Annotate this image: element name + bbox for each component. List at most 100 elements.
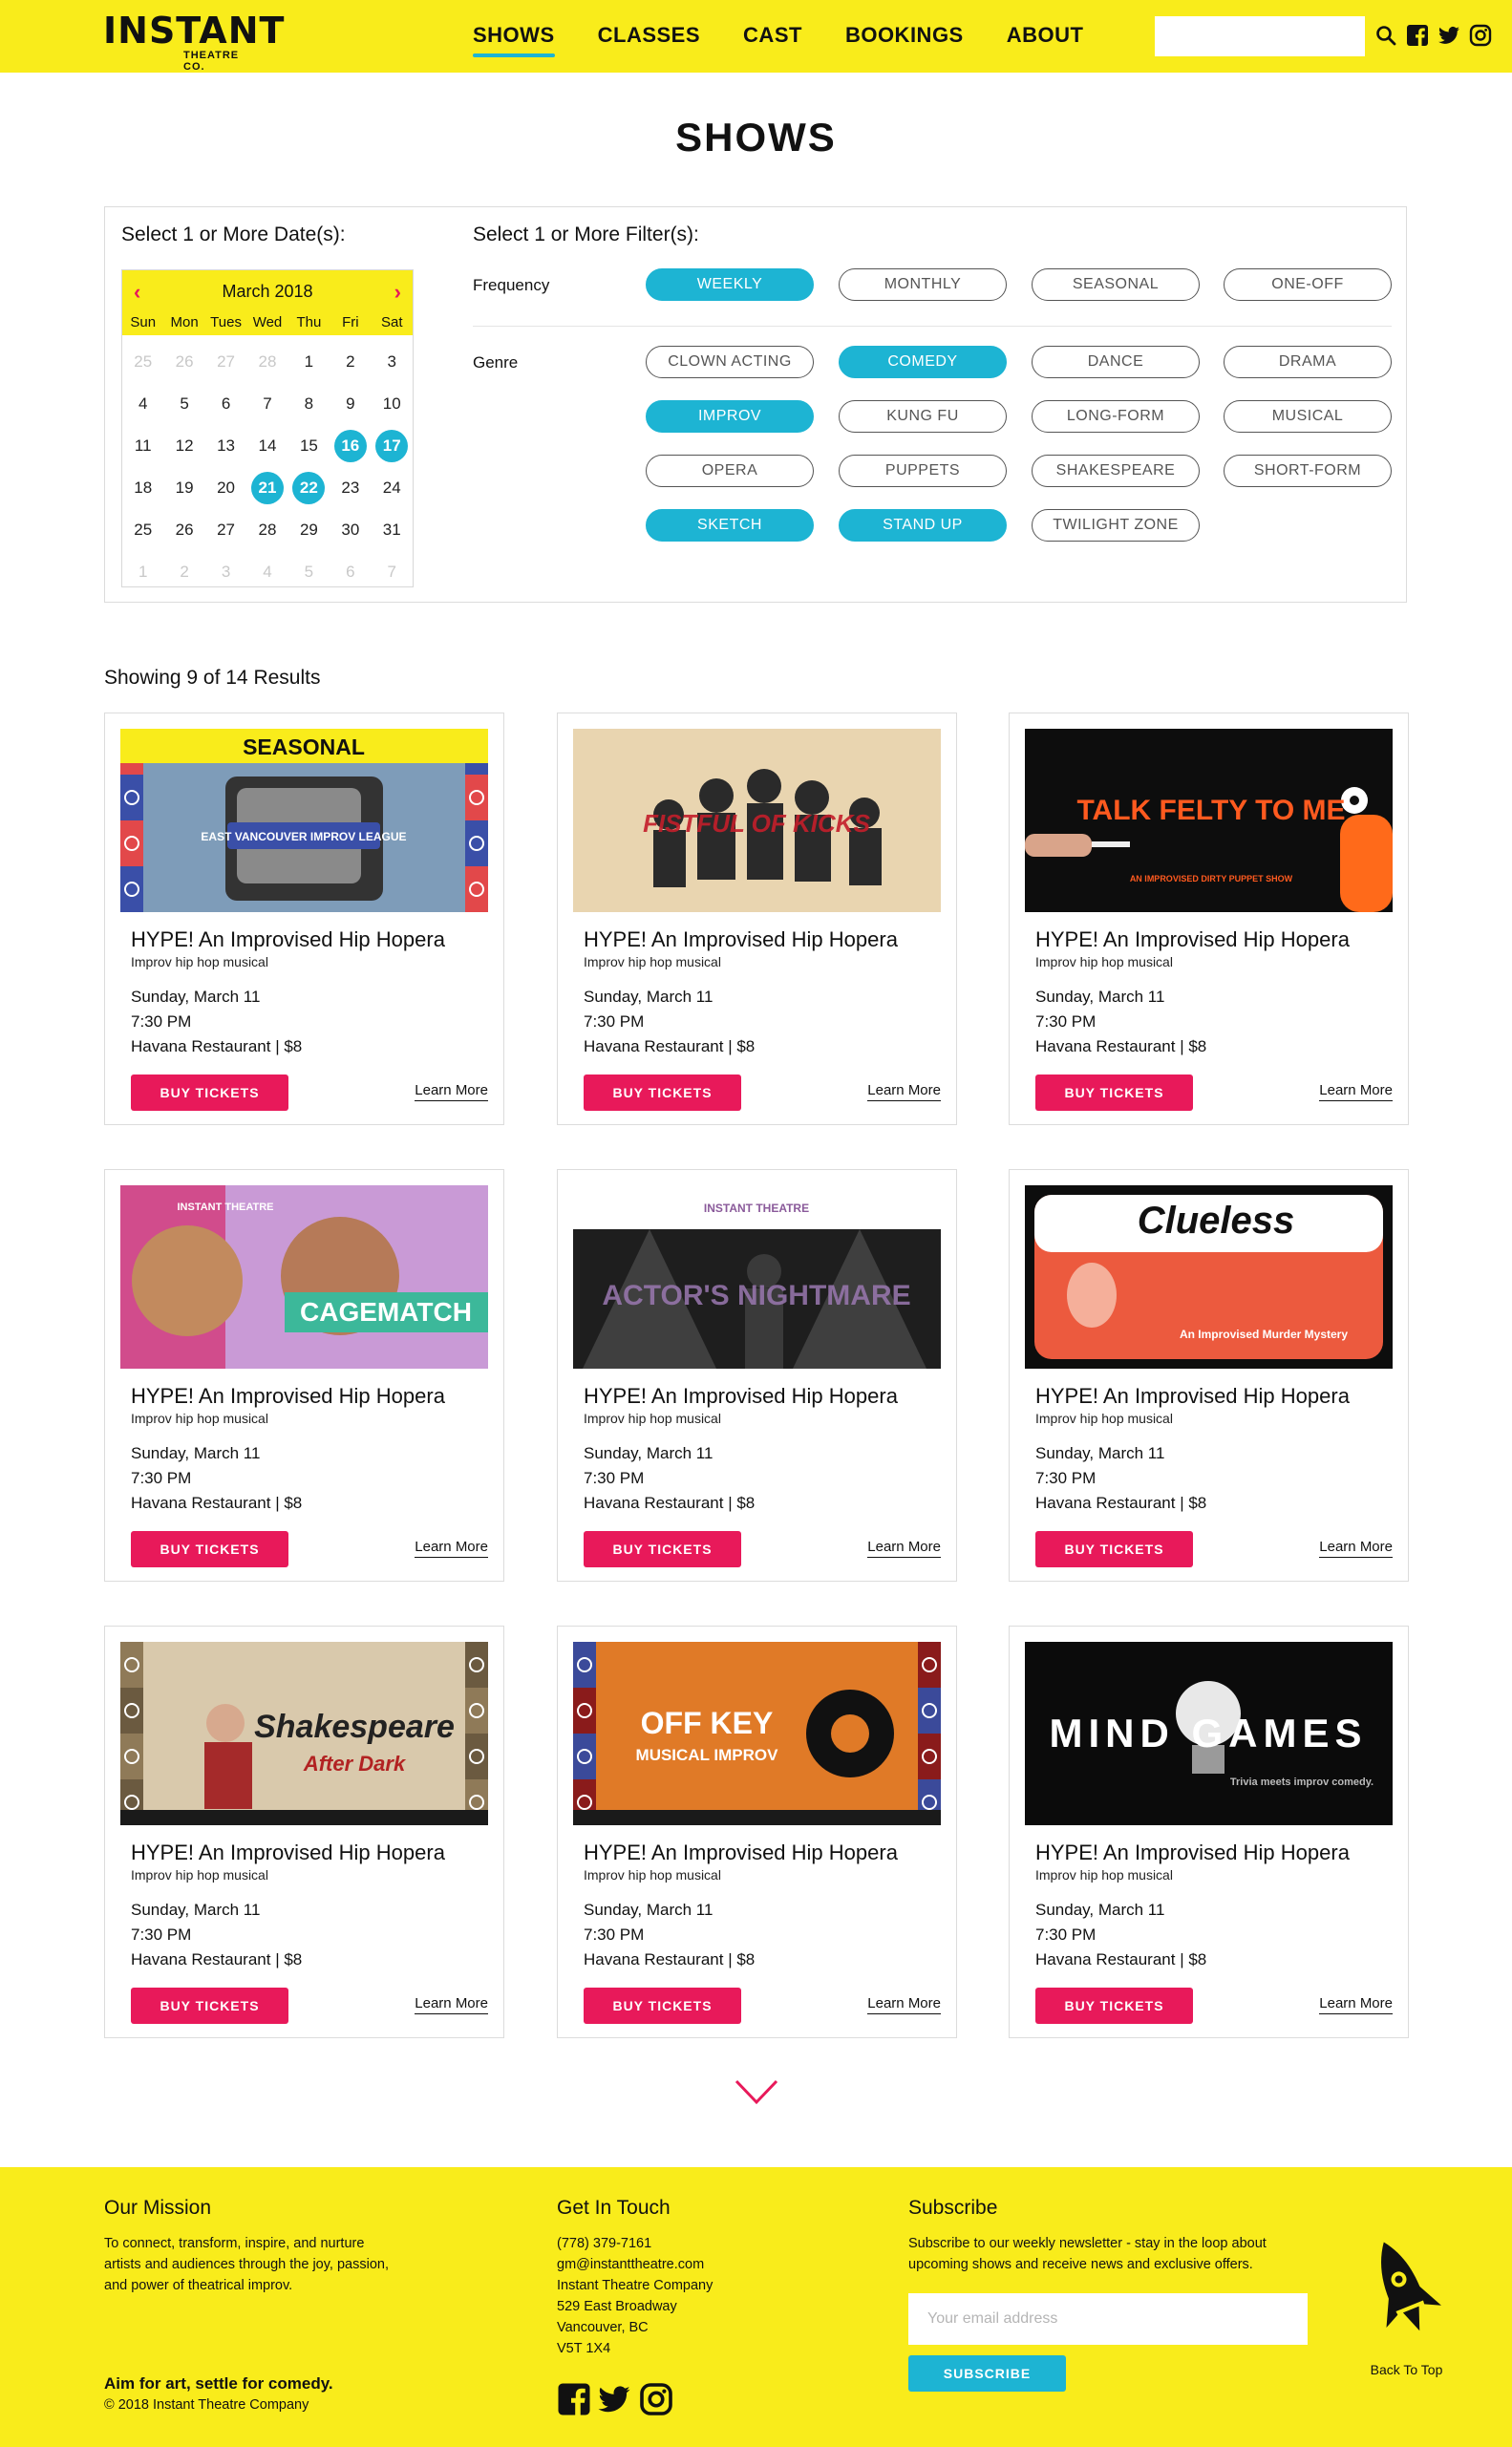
learn-more-link[interactable]: Learn More bbox=[415, 1995, 488, 2014]
genre-pill[interactable]: MUSICAL bbox=[1224, 400, 1392, 433]
subscribe-button[interactable]: SUBSCRIBE bbox=[908, 2355, 1066, 2392]
genre-pill[interactable]: PUPPETS bbox=[839, 455, 1007, 487]
buy-tickets-button[interactable]: BUY TICKETS bbox=[131, 1075, 288, 1111]
calendar-day[interactable]: 22 bbox=[288, 467, 330, 509]
calendar-day[interactable]: 26 bbox=[163, 509, 204, 551]
genre-pill[interactable]: TWILIGHT ZONE bbox=[1032, 509, 1200, 542]
rocket-icon[interactable] bbox=[1361, 2230, 1452, 2383]
calendar-day[interactable]: 3 bbox=[372, 341, 413, 383]
genre-pill[interactable]: IMPROV bbox=[646, 400, 814, 433]
calendar-day[interactable]: 7 bbox=[372, 551, 413, 593]
buy-tickets-button[interactable]: BUY TICKETS bbox=[584, 1988, 741, 2024]
show-title[interactable]: HYPE! An Improvised Hip Hopera bbox=[1035, 927, 1350, 952]
calendar-day[interactable]: 8 bbox=[288, 383, 330, 425]
show-title[interactable]: HYPE! An Improvised Hip Hopera bbox=[584, 1841, 898, 1865]
calendar-day[interactable]: 4 bbox=[246, 551, 287, 593]
show-poster-image[interactable]: INSTANT THEATRE ACTOR'S NIGHTMARE bbox=[573, 1185, 941, 1369]
buy-tickets-button[interactable]: BUY TICKETS bbox=[584, 1075, 741, 1111]
genre-pill[interactable]: COMEDY bbox=[839, 346, 1007, 378]
calendar-day[interactable]: 3 bbox=[205, 551, 246, 593]
calendar-day[interactable]: 13 bbox=[205, 425, 246, 467]
calendar-day[interactable]: 17 bbox=[372, 425, 413, 467]
buy-tickets-button[interactable]: BUY TICKETS bbox=[131, 1988, 288, 2024]
show-title[interactable]: HYPE! An Improvised Hip Hopera bbox=[584, 1384, 898, 1409]
calendar-day[interactable]: 5 bbox=[163, 383, 204, 425]
show-title[interactable]: HYPE! An Improvised Hip Hopera bbox=[584, 927, 898, 952]
frequency-pill[interactable]: WEEKLY bbox=[646, 268, 814, 301]
genre-pill[interactable]: LONG-FORM bbox=[1032, 400, 1200, 433]
email-field[interactable] bbox=[908, 2293, 1308, 2345]
genre-pill[interactable]: SHORT-FORM bbox=[1224, 455, 1392, 487]
nav-shows[interactable]: SHOWS bbox=[473, 23, 555, 57]
calendar-day[interactable]: 12 bbox=[163, 425, 204, 467]
learn-more-link[interactable]: Learn More bbox=[1319, 1995, 1393, 2014]
show-title[interactable]: HYPE! An Improvised Hip Hopera bbox=[131, 1841, 445, 1865]
calendar-day[interactable]: 31 bbox=[372, 509, 413, 551]
frequency-pill[interactable]: MONTHLY bbox=[839, 268, 1007, 301]
buy-tickets-button[interactable]: BUY TICKETS bbox=[584, 1531, 741, 1567]
calendar-day[interactable]: 24 bbox=[372, 467, 413, 509]
logo[interactable]: INSTANT THEATRE CO. bbox=[103, 11, 284, 73]
calendar-day[interactable]: 4 bbox=[122, 383, 163, 425]
calendar-day[interactable]: 28 bbox=[246, 341, 287, 383]
show-title[interactable]: HYPE! An Improvised Hip Hopera bbox=[1035, 1384, 1350, 1409]
search-input[interactable] bbox=[1155, 16, 1365, 56]
genre-pill[interactable]: DANCE bbox=[1032, 346, 1200, 378]
calendar-day[interactable]: 11 bbox=[122, 425, 163, 467]
instagram-icon[interactable] bbox=[1469, 24, 1492, 47]
footer-instagram-icon[interactable] bbox=[639, 2382, 673, 2416]
show-title[interactable]: HYPE! An Improvised Hip Hopera bbox=[1035, 1841, 1350, 1865]
show-title[interactable]: HYPE! An Improvised Hip Hopera bbox=[131, 1384, 445, 1409]
back-to-top-label[interactable]: Back To Top bbox=[1361, 2362, 1452, 2377]
contact-email[interactable]: gm@instanttheatre.com bbox=[557, 2254, 713, 2275]
learn-more-link[interactable]: Learn More bbox=[1319, 1082, 1393, 1101]
calendar-day[interactable]: 7 bbox=[246, 383, 287, 425]
calendar-day[interactable]: 25 bbox=[122, 341, 163, 383]
show-poster-image[interactable]: MIND GAMES Trivia meets improv comedy. bbox=[1025, 1642, 1393, 1825]
calendar-day[interactable]: 18 bbox=[122, 467, 163, 509]
calendar-day[interactable]: 21 bbox=[246, 467, 287, 509]
show-poster-image[interactable]: OFF KEY MUSICAL IMPROV bbox=[573, 1642, 941, 1825]
calendar-day[interactable]: 15 bbox=[288, 425, 330, 467]
facebook-icon[interactable] bbox=[1406, 24, 1429, 47]
genre-pill[interactable]: KUNG FU bbox=[839, 400, 1007, 433]
calendar-day[interactable]: 29 bbox=[288, 509, 330, 551]
learn-more-link[interactable]: Learn More bbox=[415, 1082, 488, 1101]
nav-classes[interactable]: CLASSES bbox=[598, 23, 700, 57]
calendar-day[interactable]: 5 bbox=[288, 551, 330, 593]
genre-pill[interactable]: STAND UP bbox=[839, 509, 1007, 542]
show-poster-image[interactable]: TALK FELTY TO ME AN IMPROVISED DIRTY PUPP… bbox=[1025, 729, 1393, 912]
buy-tickets-button[interactable]: BUY TICKETS bbox=[1035, 1075, 1193, 1111]
calendar-day[interactable]: 23 bbox=[330, 467, 371, 509]
calendar-day[interactable]: 1 bbox=[288, 341, 330, 383]
calendar-day[interactable]: 9 bbox=[330, 383, 371, 425]
nav-bookings[interactable]: BOOKINGS bbox=[845, 23, 964, 57]
calendar-day[interactable]: 2 bbox=[330, 341, 371, 383]
load-more-chevron-icon[interactable] bbox=[733, 2077, 780, 2106]
calendar-day[interactable]: 14 bbox=[246, 425, 287, 467]
calendar-day[interactable]: 6 bbox=[205, 383, 246, 425]
nav-cast[interactable]: CAST bbox=[743, 23, 802, 57]
calendar-day[interactable]: 2 bbox=[163, 551, 204, 593]
calendar-day[interactable]: 27 bbox=[205, 509, 246, 551]
calendar-day[interactable]: 26 bbox=[163, 341, 204, 383]
frequency-pill[interactable]: SEASONAL bbox=[1032, 268, 1200, 301]
genre-pill[interactable]: SHAKESPEARE bbox=[1032, 455, 1200, 487]
contact-phone[interactable]: (778) 379-7161 bbox=[557, 2233, 713, 2254]
show-poster-image[interactable]: CAGEMATCH INSTANT THEATRE bbox=[120, 1185, 488, 1369]
show-title[interactable]: HYPE! An Improvised Hip Hopera bbox=[131, 927, 445, 952]
footer-twitter-icon[interactable] bbox=[597, 2382, 631, 2416]
nav-about[interactable]: ABOUT bbox=[1007, 23, 1084, 57]
show-poster-image[interactable]: Shakespeare After Dark bbox=[120, 1642, 488, 1825]
search-icon[interactable] bbox=[1374, 24, 1397, 47]
learn-more-link[interactable]: Learn More bbox=[867, 1539, 941, 1558]
frequency-pill[interactable]: ONE-OFF bbox=[1224, 268, 1392, 301]
calendar-day[interactable]: 10 bbox=[372, 383, 413, 425]
genre-pill[interactable]: OPERA bbox=[646, 455, 814, 487]
buy-tickets-button[interactable]: BUY TICKETS bbox=[131, 1531, 288, 1567]
calendar-day[interactable]: 16 bbox=[330, 425, 371, 467]
show-poster-image[interactable]: FISTFUL OF KICKS bbox=[573, 729, 941, 912]
genre-pill[interactable]: DRAMA bbox=[1224, 346, 1392, 378]
calendar-day[interactable]: 20 bbox=[205, 467, 246, 509]
footer-facebook-icon[interactable] bbox=[557, 2382, 591, 2416]
